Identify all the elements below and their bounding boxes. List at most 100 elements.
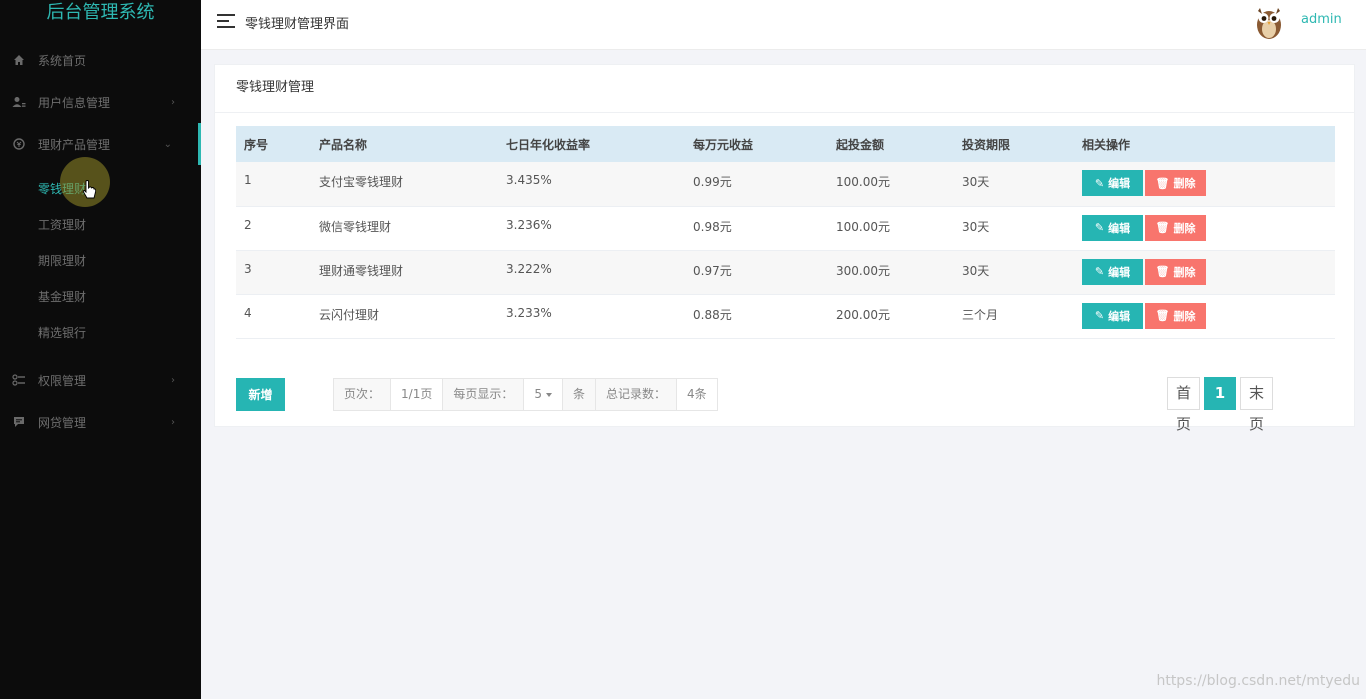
permission-icon [12,373,26,387]
first-page-button[interactable]: 首页 [1167,377,1200,433]
edit-button[interactable]: ✎ 编辑 [1082,302,1143,329]
delete-button[interactable]: 🗑 删除 [1145,258,1206,285]
caret-down-icon [546,392,552,397]
avatar[interactable] [1251,3,1287,41]
table-row: 4 云闪付理财 3.233% 0.88元 200.00元 三个月 ✎ 编辑 🗑 删除 [236,294,1335,339]
column-header: 七日年化收益率 [498,126,685,162]
trash-icon: 🗑 [1155,309,1170,322]
cell-name: 支付宝零钱理财 [311,162,498,207]
column-header: 产品名称 [311,126,498,162]
page-info-bar: 页次： 1/1页 每页显示： 5 条 总记录数： 4条 [333,378,718,411]
money-icon [12,137,26,151]
cell-per10k: 0.97元 [685,250,828,295]
page-size-label: 每页显示： [443,379,525,410]
cell-actions: ✎ 编辑 🗑 删除 [1074,250,1335,295]
page-size-select[interactable]: 5 [524,379,563,410]
sidebar: 后台管理系统 系统首页 用户信息管理 › 理财产品管理 ⌄ 零钱理财 工资理财 … [0,0,201,699]
delete-button[interactable]: 🗑 删除 [1145,170,1206,196]
edit-button[interactable]: ✎ 编辑 [1082,258,1143,285]
total-label: 总记录数： [596,379,678,410]
page-title: 零钱理财管理界面 [245,17,350,32]
sidebar-item-products[interactable]: 理财产品管理 ⌄ [0,123,201,165]
cell-term: 30天 [954,250,1074,295]
cell-name: 云闪付理财 [311,294,498,339]
sidebar-subitem-fund-finance[interactable]: 基金理财 [0,279,201,315]
brand-title: 后台管理系统 [46,2,155,23]
delete-label: 删除 [1173,177,1196,190]
current-page-button[interactable]: 1 [1204,377,1236,410]
sidebar-item-label: 网贷管理 [38,415,87,430]
total-value: 4条 [677,379,717,410]
delete-button[interactable]: 🗑 删除 [1145,302,1206,329]
username[interactable]: admin [1301,12,1342,27]
sidebar-menu: 系统首页 用户信息管理 › 理财产品管理 ⌄ [0,39,201,165]
delete-label: 删除 [1173,265,1196,279]
cell-name: 理财通零钱理财 [311,250,498,295]
sidebar-subitem-salary-finance[interactable]: 工资理财 [0,207,201,243]
product-table: 序号 产品名称 七日年化收益率 每万元收益 起投金额 投资期限 相关操作 1 支… [236,126,1335,339]
unit-label: 条 [563,379,597,410]
cell-id: 3 [236,250,311,295]
pencil-icon: ✎ [1094,221,1105,234]
table-row: 2 微信零钱理财 3.236% 0.98元 100.00元 30天 ✎ 编辑 🗑 删除 [236,206,1335,251]
sidebar-item-users[interactable]: 用户信息管理 › [0,81,201,123]
cell-rate: 3.435% [498,162,685,207]
table-header-row: 序号 产品名称 七日年化收益率 每万元收益 起投金额 投资期限 相关操作 [236,126,1335,162]
pencil-icon: ✎ [1094,309,1105,322]
sidebar-item-label: 权限管理 [38,373,87,388]
column-header: 相关操作 [1074,126,1335,162]
home-icon [12,53,26,67]
edit-button[interactable]: ✎ 编辑 [1082,170,1143,196]
sidebar-item-home[interactable]: 系统首页 [0,39,201,81]
cell-id: 1 [236,162,311,207]
cell-id: 4 [236,294,311,339]
page-value: 1/1页 [391,379,444,410]
cell-rate: 3.236% [498,206,685,251]
menu-toggle-icon[interactable] [217,14,235,28]
cell-min: 300.00元 [828,250,954,295]
sidebar-item-loans[interactable]: 网贷管理 › [0,401,201,443]
sidebar-subitem-selected-banks[interactable]: 精选银行 [0,315,201,351]
sidebar-subitem-change-finance[interactable]: 零钱理财 [0,171,201,207]
delete-button[interactable]: 🗑 删除 [1145,214,1206,241]
cell-per10k: 0.98元 [685,206,828,251]
chat-icon [12,415,26,429]
trash-icon: 🗑 [1155,265,1170,278]
sidebar-item-label: 理财产品管理 [38,137,111,152]
column-header: 每万元收益 [685,126,828,162]
cell-actions: ✎ 编辑 🗑 删除 [1074,162,1335,207]
cell-min: 200.00元 [828,294,954,339]
table-row: 1 支付宝零钱理财 3.435% 0.99元 100.00元 30天 ✎ 编辑 🗑 删… [236,162,1335,207]
cell-term: 三个月 [954,294,1074,339]
edit-label: 编辑 [1108,177,1131,190]
sidebar-item-label: 用户信息管理 [38,95,111,110]
edit-label: 编辑 [1108,221,1131,235]
column-header: 起投金额 [828,126,954,162]
edit-label: 编辑 [1108,309,1131,323]
cell-name: 微信零钱理财 [311,206,498,251]
last-page-button[interactable]: 末页 [1240,377,1273,433]
edit-label: 编辑 [1108,265,1131,279]
delete-label: 删除 [1173,309,1196,323]
table-row: 3 理财通零钱理财 3.222% 0.97元 300.00元 30天 ✎ 编辑 🗑 删… [236,250,1335,295]
sidebar-item-permissions[interactable]: 权限管理 › [0,359,201,401]
pagination: 首页 1 末页 [1167,377,1277,433]
cell-term: 30天 [954,206,1074,251]
pencil-icon: ✎ [1094,176,1105,190]
chevron-right-icon: › [171,416,175,428]
cell-actions: ✎ 编辑 🗑 删除 [1074,206,1335,251]
trash-icon: 🗑 [1155,176,1170,190]
page-label: 页次： [334,379,392,410]
chevron-right-icon: › [171,96,175,108]
cell-id: 2 [236,206,311,251]
sidebar-subitem-term-finance[interactable]: 期限理财 [0,243,201,279]
sidebar-item-label: 系统首页 [38,53,87,68]
edit-button[interactable]: ✎ 编辑 [1082,214,1143,241]
trash-icon: 🗑 [1155,221,1170,234]
cell-rate: 3.222% [498,250,685,295]
page-size-value: 5 [534,387,542,401]
cell-actions: ✎ 编辑 🗑 删除 [1074,294,1335,339]
cell-rate: 3.233% [498,294,685,339]
add-button[interactable]: 新增 [236,378,285,411]
cell-per10k: 0.88元 [685,294,828,339]
